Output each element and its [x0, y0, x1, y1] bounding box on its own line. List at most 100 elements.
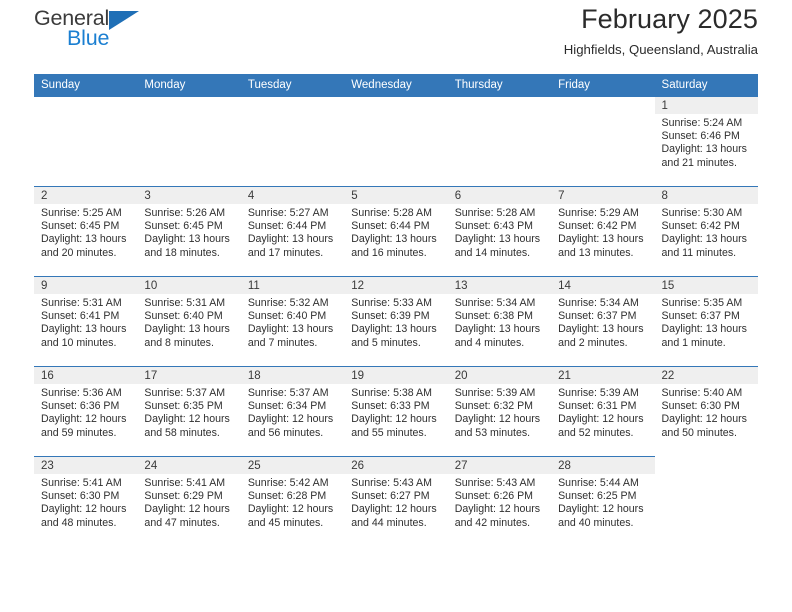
- day-number: [34, 97, 137, 114]
- day-details: Sunrise: 5:24 AM Sunset: 6:46 PM Daylight:…: [655, 114, 758, 170]
- day-details: Sunrise: 5:27 AM Sunset: 6:44 PM Daylight:…: [241, 204, 344, 260]
- calendar-day-cell[interactable]: 10 Sunrise: 5:31 AM Sunset: 6:40 PM Dayligh…: [137, 276, 241, 367]
- sunrise-time: Sunrise: 5:41 AM: [41, 477, 122, 489]
- page-title: February 2025: [581, 4, 758, 34]
- sunrise-sunset-calendar: Sunday Monday Tuesday Wednesday Thursday…: [34, 74, 758, 547]
- calendar-day-cell[interactable]: 1 Sunrise: 5:24 AM Sunset: 6:46 PM Daylight…: [654, 96, 758, 187]
- daylight-duration-line2: and 50 minutes.: [661, 426, 737, 439]
- sunrise-time: Sunrise: 5:27 AM: [247, 207, 329, 219]
- calendar-day-cell[interactable]: 5 Sunrise: 5:28 AM Sunset: 6:44 PM Daylight…: [344, 186, 448, 277]
- calendar-day-cell[interactable]: 28 Sunrise: 5:44 AM Sunset: 6:25 PM Dayligh…: [551, 456, 655, 547]
- calendar-day-cell[interactable]: 14 Sunrise: 5:34 AM Sunset: 6:37 PM Dayligh…: [551, 276, 655, 367]
- sunrise-time: Sunrise: 5:36 AM: [41, 387, 122, 399]
- calendar-day-cell[interactable]: 24 Sunrise: 5:41 AM Sunset: 6:29 PM Dayligh…: [137, 456, 241, 547]
- calendar-day-cell[interactable]: 3 Sunrise: 5:26 AM Sunset: 6:45 PM Daylight…: [137, 186, 241, 277]
- sunrise-time: Sunrise: 5:24 AM: [661, 117, 743, 129]
- daylight-duration-line1: Daylight: 13 hours: [247, 323, 334, 336]
- calendar-week-row: 2 Sunrise: 5:25 AM Sunset: 6:45 PM Daylight…: [34, 186, 758, 277]
- location-subtitle: Highfields, Queensland, Australia: [563, 42, 758, 57]
- daylight-duration-line2: and 52 minutes.: [558, 426, 634, 439]
- calendar-day-cell[interactable]: 16 Sunrise: 5:36 AM Sunset: 6:36 PM Dayligh…: [34, 366, 138, 457]
- calendar-week-row: 1 Sunrise: 5:24 AM Sunset: 6:46 PM Daylight…: [34, 96, 758, 187]
- daylight-duration-line1: Daylight: 13 hours: [144, 323, 230, 336]
- daylight-duration-line2: and 59 minutes.: [41, 426, 117, 439]
- calendar-day-cell[interactable]: 6 Sunrise: 5:28 AM Sunset: 6:43 PM Daylight…: [447, 186, 552, 277]
- daylight-duration-line1: Daylight: 13 hours: [454, 233, 541, 246]
- calendar-day-cell[interactable]: 9 Sunrise: 5:31 AM Sunset: 6:41 PM Daylight…: [34, 276, 138, 367]
- daylight-duration-line2: and 17 minutes.: [247, 246, 324, 259]
- calendar-day-cell[interactable]: 7 Sunrise: 5:29 AM Sunset: 6:42 PM Daylight…: [551, 186, 655, 277]
- sunset-time: Sunset: 6:30 PM: [41, 490, 120, 503]
- daylight-duration-line1: Daylight: 12 hours: [454, 503, 541, 516]
- day-cell-inner: 21 Sunrise: 5:39 AM Sunset: 6:31 PM Dayligh…: [551, 367, 655, 456]
- daylight-duration-line2: and 4 minutes.: [454, 336, 525, 349]
- calendar-day-cell[interactable]: 20 Sunrise: 5:39 AM Sunset: 6:32 PM Dayligh…: [447, 366, 552, 457]
- daylight-duration-line2: and 8 minutes.: [144, 336, 214, 349]
- general-blue-logo[interactable]: General Blue: [34, 7, 154, 56]
- calendar-day-cell[interactable]: 17 Sunrise: 5:37 AM Sunset: 6:35 PM Dayligh…: [137, 366, 241, 457]
- day-details: Sunrise: 5:28 AM Sunset: 6:43 PM Daylight:…: [448, 204, 551, 260]
- sunrise-time: Sunrise: 5:25 AM: [41, 207, 122, 219]
- sunset-time: Sunset: 6:39 PM: [351, 310, 430, 323]
- sunset-time: Sunset: 6:36 PM: [41, 400, 120, 413]
- sunset-time: Sunset: 6:44 PM: [247, 220, 327, 233]
- calendar-day-cell[interactable]: 26 Sunrise: 5:43 AM Sunset: 6:27 PM Dayligh…: [344, 456, 448, 547]
- day-details: Sunrise: 5:36 AM Sunset: 6:36 PM Daylight:…: [34, 384, 137, 440]
- sunrise-time: Sunrise: 5:40 AM: [661, 387, 743, 399]
- daylight-duration-line2: and 56 minutes.: [247, 426, 324, 439]
- day-number: [551, 97, 654, 114]
- sunrise-time: Sunrise: 5:31 AM: [41, 297, 122, 309]
- daylight-duration-line1: Daylight: 12 hours: [454, 413, 541, 426]
- daylight-duration-line2: and 11 minutes.: [661, 246, 737, 259]
- sunset-time: Sunset: 6:25 PM: [558, 490, 637, 503]
- day-details: Sunrise: 5:39 AM Sunset: 6:31 PM Daylight:…: [551, 384, 654, 440]
- daylight-duration-line2: and 47 minutes.: [144, 516, 220, 529]
- sunrise-time: Sunrise: 5:39 AM: [454, 387, 536, 399]
- day-cell-inner: 15 Sunrise: 5:35 AM Sunset: 6:37 PM Dayligh…: [654, 277, 758, 366]
- calendar-day-cell[interactable]: 21 Sunrise: 5:39 AM Sunset: 6:31 PM Dayligh…: [551, 366, 655, 457]
- day-cell-inner: 8 Sunrise: 5:30 AM Sunset: 6:42 PM Daylight…: [654, 187, 758, 276]
- weekday-header-saturday: Saturday: [654, 74, 758, 97]
- day-details: Sunrise: 5:28 AM Sunset: 6:44 PM Daylight:…: [344, 204, 447, 260]
- day-details: Sunrise: 5:25 AM Sunset: 6:45 PM Daylight:…: [34, 204, 137, 260]
- calendar-week-row: 16 Sunrise: 5:36 AM Sunset: 6:36 PM Dayligh…: [34, 366, 758, 457]
- sunset-time: Sunset: 6:41 PM: [41, 310, 120, 323]
- day-number: 7: [551, 187, 655, 204]
- calendar-day-cell[interactable]: 25 Sunrise: 5:42 AM Sunset: 6:28 PM Dayligh…: [240, 456, 345, 547]
- day-number: 10: [137, 277, 241, 294]
- daylight-duration-line1: Daylight: 13 hours: [41, 233, 127, 246]
- daylight-duration-line2: and 20 minutes.: [41, 246, 117, 259]
- sunset-time: Sunset: 6:33 PM: [351, 400, 430, 413]
- sunrise-time: Sunrise: 5:34 AM: [558, 297, 639, 309]
- day-cell-inner: 19 Sunrise: 5:38 AM Sunset: 6:33 PM Dayligh…: [344, 367, 448, 456]
- daylight-duration-line2: and 2 minutes.: [558, 336, 628, 349]
- day-number: [137, 97, 240, 114]
- day-details: Sunrise: 5:37 AM Sunset: 6:34 PM Daylight:…: [241, 384, 344, 440]
- calendar-day-cell[interactable]: 12 Sunrise: 5:33 AM Sunset: 6:39 PM Dayligh…: [344, 276, 448, 367]
- day-cell-inner: 28 Sunrise: 5:44 AM Sunset: 6:25 PM Dayligh…: [551, 457, 655, 547]
- calendar-day-cell[interactable]: 27 Sunrise: 5:43 AM Sunset: 6:26 PM Dayligh…: [447, 456, 552, 547]
- day-number: 13: [447, 277, 552, 294]
- calendar-day-cell[interactable]: 15 Sunrise: 5:35 AM Sunset: 6:37 PM Dayligh…: [654, 276, 758, 367]
- daylight-duration-line1: Daylight: 12 hours: [351, 413, 437, 426]
- weekday-header-tuesday: Tuesday: [240, 74, 345, 97]
- sunrise-time: Sunrise: 5:42 AM: [247, 477, 329, 489]
- calendar-day-cell[interactable]: 18 Sunrise: 5:37 AM Sunset: 6:34 PM Dayligh…: [240, 366, 345, 457]
- calendar-day-cell[interactable]: 22 Sunrise: 5:40 AM Sunset: 6:30 PM Dayligh…: [654, 366, 758, 457]
- sunset-time: Sunset: 6:31 PM: [558, 400, 637, 413]
- daylight-duration-line2: and 10 minutes.: [41, 336, 117, 349]
- sunset-time: Sunset: 6:42 PM: [661, 220, 740, 233]
- day-number: 20: [447, 367, 552, 384]
- calendar-empty-cell: [551, 96, 655, 187]
- calendar-day-cell[interactable]: 8 Sunrise: 5:30 AM Sunset: 6:42 PM Daylight…: [654, 186, 758, 277]
- calendar-day-cell[interactable]: 19 Sunrise: 5:38 AM Sunset: 6:33 PM Dayligh…: [344, 366, 448, 457]
- calendar-day-cell[interactable]: 13 Sunrise: 5:34 AM Sunset: 6:38 PM Dayligh…: [447, 276, 552, 367]
- day-details: Sunrise: 5:38 AM Sunset: 6:33 PM Daylight:…: [344, 384, 447, 440]
- daylight-duration-line1: Daylight: 13 hours: [351, 233, 437, 246]
- calendar-day-cell[interactable]: 4 Sunrise: 5:27 AM Sunset: 6:44 PM Daylight…: [240, 186, 345, 277]
- calendar-day-cell[interactable]: 11 Sunrise: 5:32 AM Sunset: 6:40 PM Dayligh…: [240, 276, 345, 367]
- calendar-day-cell[interactable]: 2 Sunrise: 5:25 AM Sunset: 6:45 PM Daylight…: [34, 186, 138, 277]
- calendar-day-cell[interactable]: 23 Sunrise: 5:41 AM Sunset: 6:30 PM Dayligh…: [34, 456, 138, 547]
- daylight-duration-line1: Daylight: 13 hours: [661, 323, 747, 336]
- day-number: 23: [34, 457, 138, 474]
